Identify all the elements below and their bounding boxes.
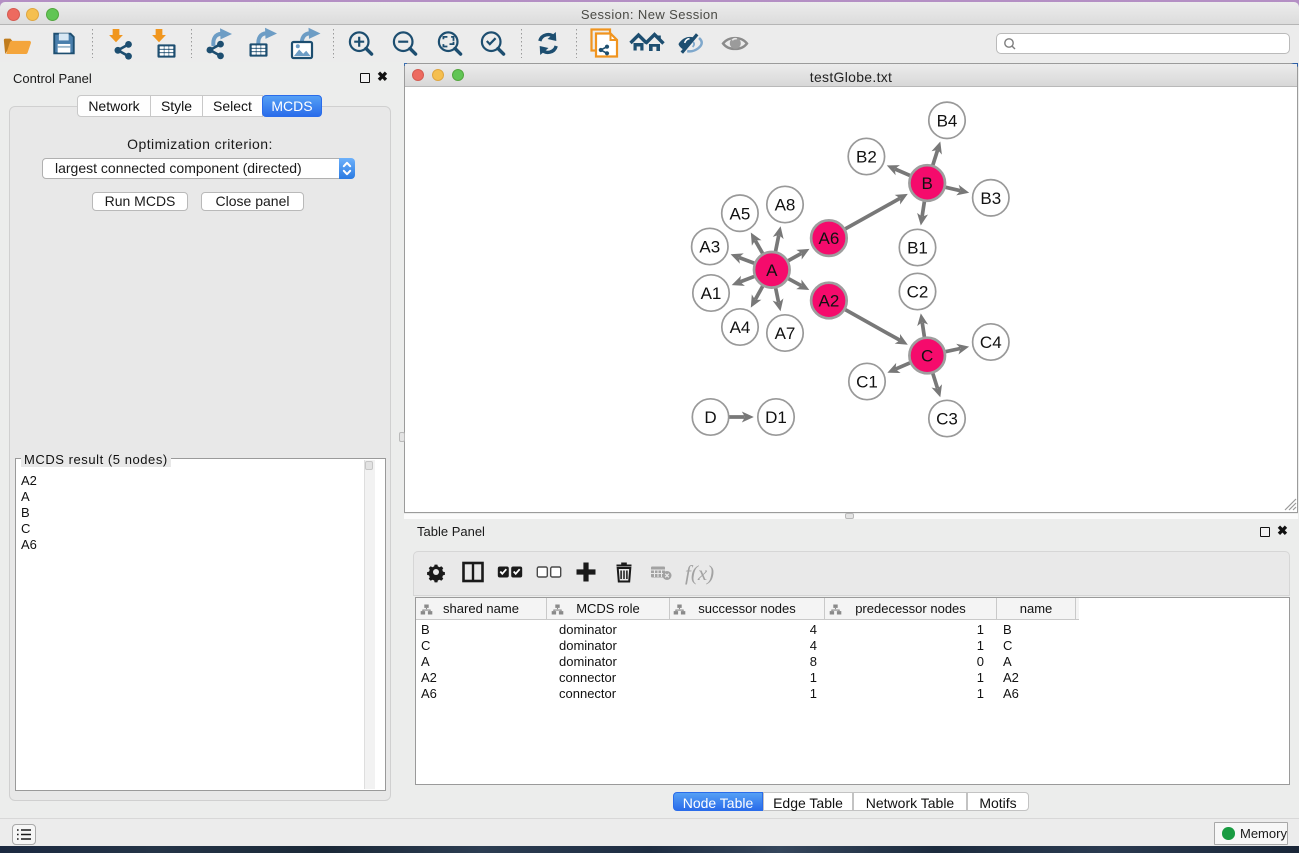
svg-text:A6: A6 [819, 229, 840, 248]
svg-text:A2: A2 [819, 292, 840, 311]
svg-text:D: D [704, 408, 716, 427]
svg-text:f(x): f(x) [685, 561, 714, 585]
svg-text:B3: B3 [980, 189, 1001, 208]
svg-text:C3: C3 [936, 410, 958, 429]
svg-text:C1: C1 [856, 373, 878, 392]
svg-text:A4: A4 [730, 318, 751, 337]
svg-text:A8: A8 [775, 196, 796, 215]
svg-text:A7: A7 [775, 324, 796, 343]
svg-text:B2: B2 [856, 148, 877, 167]
svg-text:A3: A3 [699, 238, 720, 257]
svg-text:C: C [921, 347, 933, 366]
svg-text:B4: B4 [937, 111, 958, 130]
svg-text:D1: D1 [765, 408, 787, 427]
svg-text:A5: A5 [730, 204, 751, 223]
svg-text:A1: A1 [701, 284, 722, 303]
svg-text:B1: B1 [907, 239, 928, 258]
svg-text:C4: C4 [980, 333, 1002, 352]
svg-text:A: A [766, 261, 778, 280]
svg-text:C2: C2 [907, 283, 929, 302]
svg-text:B: B [922, 174, 933, 193]
